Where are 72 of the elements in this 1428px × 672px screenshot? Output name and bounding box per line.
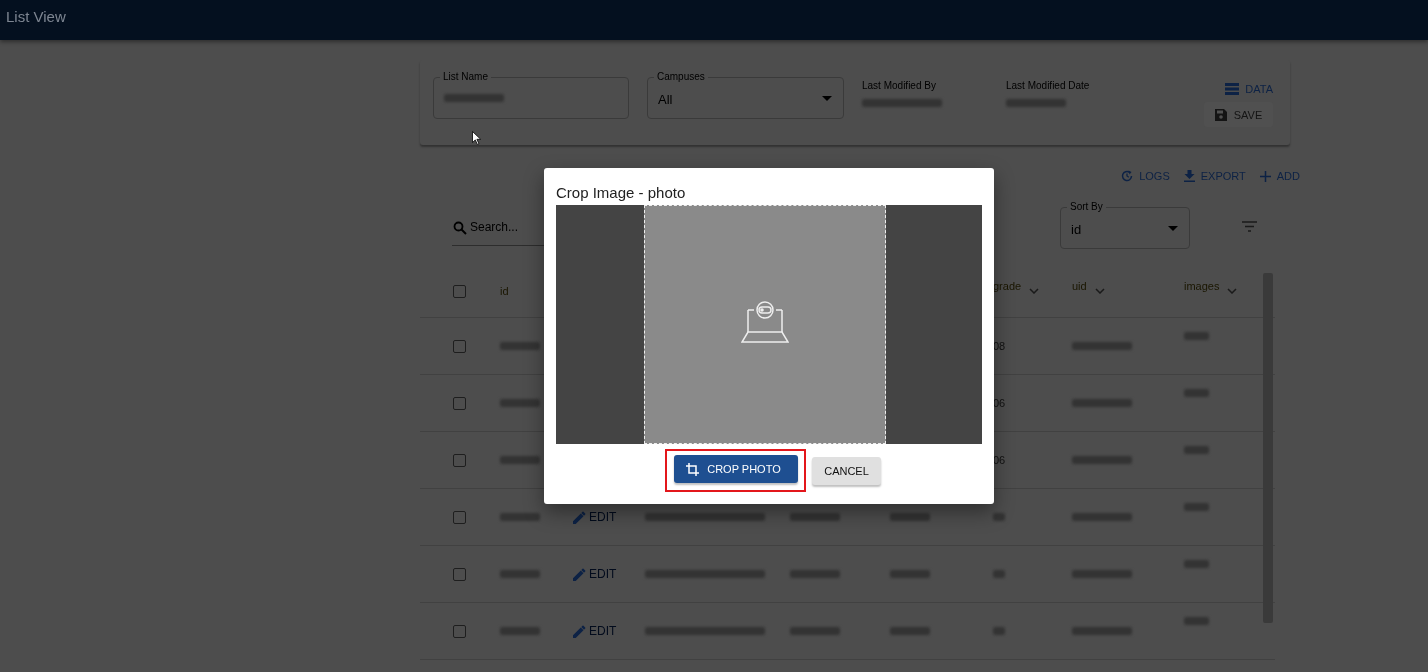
blurred-text bbox=[1072, 627, 1132, 635]
logs-button[interactable]: LOGS bbox=[1121, 169, 1170, 183]
blurred-text bbox=[1072, 456, 1132, 464]
column-header[interactable]: uid bbox=[1072, 280, 1087, 292]
blurred-text bbox=[500, 456, 540, 464]
pencil-icon bbox=[573, 567, 586, 581]
save-icon bbox=[1214, 108, 1227, 121]
edit-button[interactable]: EDIT bbox=[573, 624, 617, 638]
blurred-text bbox=[500, 570, 540, 578]
blurred-text bbox=[993, 627, 1005, 635]
crop-photo-button[interactable]: CROP PHOTO bbox=[674, 455, 799, 483]
cursor-icon bbox=[472, 131, 481, 145]
column-header[interactable]: images bbox=[1184, 280, 1220, 292]
blurred-text bbox=[993, 570, 1005, 578]
checkbox[interactable] bbox=[452, 624, 466, 638]
blurred-text bbox=[1184, 503, 1209, 511]
export-button[interactable]: EXPORT bbox=[1183, 169, 1246, 183]
pencil-icon bbox=[573, 624, 586, 638]
checkbox[interactable] bbox=[452, 339, 466, 353]
chevron-down-icon bbox=[1227, 288, 1238, 294]
edit-button[interactable]: EDIT bbox=[573, 510, 617, 524]
checkbox[interactable] bbox=[452, 567, 466, 581]
app-title: List View bbox=[6, 7, 66, 25]
column-header[interactable]: grade bbox=[993, 280, 1022, 292]
blurred-text bbox=[890, 570, 930, 578]
field-label: Last Modified Date bbox=[1006, 80, 1091, 91]
dialog-title: Crop Image - photo bbox=[556, 184, 687, 201]
caret-icon bbox=[822, 96, 832, 101]
data-button[interactable]: DATA bbox=[1225, 83, 1273, 95]
search-icon bbox=[453, 221, 467, 235]
blurred-text bbox=[500, 399, 540, 407]
checkbox[interactable] bbox=[452, 284, 466, 298]
add-button[interactable]: ADD bbox=[1259, 169, 1300, 183]
history-icon bbox=[1121, 170, 1134, 182]
crop-icon bbox=[686, 462, 700, 476]
blurred-text bbox=[1072, 399, 1132, 407]
blurred-text bbox=[500, 342, 540, 350]
blurred-text bbox=[790, 627, 840, 635]
blurred-text bbox=[1072, 342, 1132, 350]
blurred-text bbox=[500, 627, 540, 635]
blurred-text bbox=[1072, 570, 1132, 578]
blurred-text bbox=[1006, 99, 1066, 107]
cancel-button[interactable]: CANCEL bbox=[812, 457, 881, 485]
list-icon bbox=[1225, 83, 1240, 95]
blurred-text bbox=[1184, 560, 1209, 568]
crop-area[interactable] bbox=[556, 205, 982, 444]
blurred-text bbox=[444, 94, 504, 102]
field-label: Last Modified By bbox=[862, 80, 937, 91]
blurred-text bbox=[890, 627, 930, 635]
blurred-text bbox=[993, 513, 1005, 521]
blurred-text bbox=[1184, 332, 1209, 340]
chevron-down-icon bbox=[1029, 288, 1040, 294]
blurred-text bbox=[790, 513, 840, 521]
blurred-text bbox=[1072, 513, 1132, 521]
blurred-text bbox=[790, 570, 840, 578]
blurred-text bbox=[890, 513, 930, 521]
checkbox[interactable] bbox=[452, 453, 466, 467]
crop-selection[interactable] bbox=[644, 205, 886, 444]
caret-icon bbox=[1168, 226, 1178, 231]
pencil-icon bbox=[573, 510, 586, 524]
blurred-text bbox=[1184, 446, 1209, 454]
chevron-down-icon bbox=[1094, 288, 1105, 294]
download-icon bbox=[1183, 170, 1195, 182]
checkbox[interactable] bbox=[452, 510, 466, 524]
plus-icon bbox=[1259, 170, 1271, 182]
filter-icon[interactable] bbox=[1242, 221, 1257, 232]
blurred-text bbox=[1184, 389, 1209, 397]
column-header[interactable]: id bbox=[500, 285, 509, 297]
checkbox[interactable] bbox=[452, 396, 466, 410]
edit-button[interactable]: EDIT bbox=[573, 567, 617, 581]
blurred-text bbox=[1184, 617, 1209, 625]
blurred-text bbox=[500, 513, 540, 521]
